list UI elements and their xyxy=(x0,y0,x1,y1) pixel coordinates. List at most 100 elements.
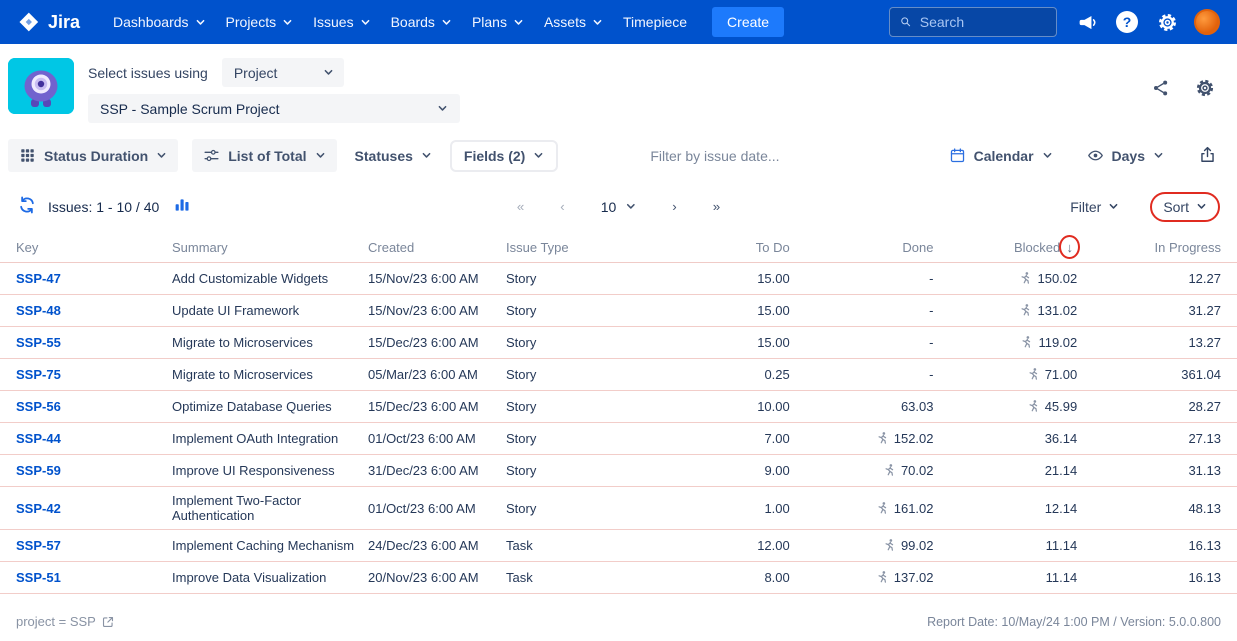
column-header-summary[interactable]: Summary xyxy=(172,240,368,255)
issue-key-link[interactable]: SSP-57 xyxy=(16,538,61,553)
pagination-last-button[interactable]: » xyxy=(709,198,724,215)
status-duration-value: 71.00 xyxy=(934,361,1078,388)
nav-item-dashboards[interactable]: Dashboards xyxy=(104,6,215,38)
create-button[interactable]: Create xyxy=(712,7,784,37)
pagination: « ‹ 10 › » xyxy=(513,197,724,217)
status-duration-value: 119.02 xyxy=(934,329,1078,356)
status-duration-value: 0.25 xyxy=(646,361,790,388)
issue-summary: Implement Caching Mechanism xyxy=(172,532,368,559)
profile-button[interactable] xyxy=(1191,6,1223,38)
eye-icon xyxy=(1087,147,1104,164)
time-unit-button[interactable]: Days xyxy=(1083,139,1168,172)
pagination-next-button[interactable]: › xyxy=(668,198,680,215)
status-duration-value: 21.14 xyxy=(934,457,1078,484)
nav-item-issues[interactable]: Issues xyxy=(304,6,379,38)
table-row: SSP-59Improve UI Responsiveness31/Dec/23… xyxy=(0,455,1237,487)
fields-button[interactable]: Fields (2) xyxy=(450,140,558,172)
statuses-button[interactable]: Statuses xyxy=(351,140,436,172)
issue-summary: Improve Data Visualization xyxy=(172,564,368,591)
nav-item-projects[interactable]: Projects xyxy=(217,6,303,38)
status-duration-value: 10.00 xyxy=(646,393,790,420)
settings-button[interactable] xyxy=(1151,6,1183,38)
column-header-blocked-label: Blocked xyxy=(1014,240,1060,255)
issue-key-link[interactable]: SSP-55 xyxy=(16,335,61,350)
sort-button[interactable]: Sort xyxy=(1163,199,1207,215)
issue-key-link[interactable]: SSP-75 xyxy=(16,367,61,382)
issue-date-filter-input[interactable] xyxy=(650,148,880,164)
issue-source-mode-select[interactable]: Project xyxy=(222,58,344,87)
export-icon xyxy=(1198,145,1217,164)
search-input[interactable] xyxy=(920,14,1047,30)
project-select-value: SSP - Sample Scrum Project xyxy=(100,101,279,117)
status-duration-value: 8.00 xyxy=(646,564,790,591)
issue-key-link[interactable]: SSP-59 xyxy=(16,463,61,478)
export-button[interactable] xyxy=(1194,141,1221,171)
timepiece-app-icon xyxy=(8,58,74,114)
column-header-blocked[interactable]: Blocked ↓ xyxy=(934,240,1078,255)
report-type-button[interactable]: Status Duration xyxy=(8,139,178,172)
issue-type: Story xyxy=(506,265,646,292)
column-header-created[interactable]: Created xyxy=(368,240,506,255)
chart-view-button[interactable] xyxy=(169,194,195,219)
issue-key-link[interactable]: SSP-47 xyxy=(16,271,61,286)
pagination-first-button[interactable]: « xyxy=(513,198,528,215)
share-report-button[interactable] xyxy=(1151,78,1171,98)
column-header-done[interactable]: Done xyxy=(790,240,934,255)
project-select[interactable]: SSP - Sample Scrum Project xyxy=(88,94,460,123)
jql-link[interactable]: project = SSP xyxy=(16,614,115,629)
gear-icon xyxy=(1157,12,1178,33)
column-header-to-do[interactable]: To Do xyxy=(646,240,790,255)
nav-item-boards[interactable]: Boards xyxy=(382,6,461,38)
issue-key-link[interactable]: SSP-51 xyxy=(16,570,61,585)
issue-type: Story xyxy=(506,393,646,420)
nav-item-timepiece[interactable]: Timepiece xyxy=(614,6,696,38)
status-duration-value: 9.00 xyxy=(646,457,790,484)
issue-summary: Optimize Database Queries xyxy=(172,393,368,420)
issue-summary: Improve UI Responsiveness xyxy=(172,457,368,484)
issue-key-link[interactable]: SSP-42 xyxy=(16,501,61,516)
chevron-down-icon xyxy=(441,17,452,28)
table-row: SSP-51Improve Data Visualization20/Nov/2… xyxy=(0,562,1237,594)
table-row: SSP-48Update UI Framework15/Nov/23 6:00 … xyxy=(0,295,1237,327)
pagination-prev-button[interactable]: ‹ xyxy=(556,198,568,215)
chevron-down-icon xyxy=(156,150,167,161)
refresh-button[interactable] xyxy=(16,194,38,219)
issue-key-link[interactable]: SSP-48 xyxy=(16,303,61,318)
issue-key-link[interactable]: SSP-56 xyxy=(16,399,61,414)
chevron-down-icon xyxy=(1042,150,1053,161)
sliders-icon xyxy=(203,147,220,164)
calendar-icon xyxy=(949,147,966,164)
sort-descending-icon[interactable]: ↓ xyxy=(1067,241,1074,254)
help-button[interactable]: ? xyxy=(1111,6,1143,38)
calendar-button[interactable]: Calendar xyxy=(945,139,1057,172)
status-duration-value: 16.13 xyxy=(1077,564,1221,591)
nav-item-label: Plans xyxy=(472,14,507,30)
issue-key-link[interactable]: SSP-44 xyxy=(16,431,61,446)
status-duration-value: 45.99 xyxy=(934,393,1078,420)
navbar-search xyxy=(889,7,1057,37)
runner-icon xyxy=(875,431,890,446)
runner-icon xyxy=(1019,335,1034,350)
report-settings-button[interactable] xyxy=(1195,78,1215,98)
status-duration-value: 15.00 xyxy=(646,329,790,356)
filter-button[interactable]: Filter xyxy=(1070,199,1119,215)
status-duration-value: 36.14 xyxy=(934,425,1078,452)
status-duration-value: 150.02 xyxy=(934,265,1078,292)
column-header-key[interactable]: Key xyxy=(16,240,172,255)
status-duration-value: 161.02 xyxy=(790,495,934,522)
select-issues-label: Select issues using xyxy=(88,65,208,81)
column-header-in-progress[interactable]: In Progress xyxy=(1077,240,1221,255)
status-duration-value: 16.13 xyxy=(1077,532,1221,559)
column-header-issue-type[interactable]: Issue Type xyxy=(506,240,646,255)
jira-brand[interactable]: Jira xyxy=(18,11,80,33)
nav-item-plans[interactable]: Plans xyxy=(463,6,533,38)
announcements-button[interactable] xyxy=(1071,6,1103,38)
search-icon xyxy=(899,14,913,30)
chevron-down-icon xyxy=(282,17,293,28)
page-size-select[interactable]: 10 xyxy=(597,197,641,217)
runner-icon xyxy=(1018,303,1033,318)
list-of-total-button[interactable]: List of Total xyxy=(192,139,336,172)
chevron-down-icon xyxy=(437,103,448,114)
issue-type: Task xyxy=(506,532,646,559)
nav-item-assets[interactable]: Assets xyxy=(535,6,612,38)
